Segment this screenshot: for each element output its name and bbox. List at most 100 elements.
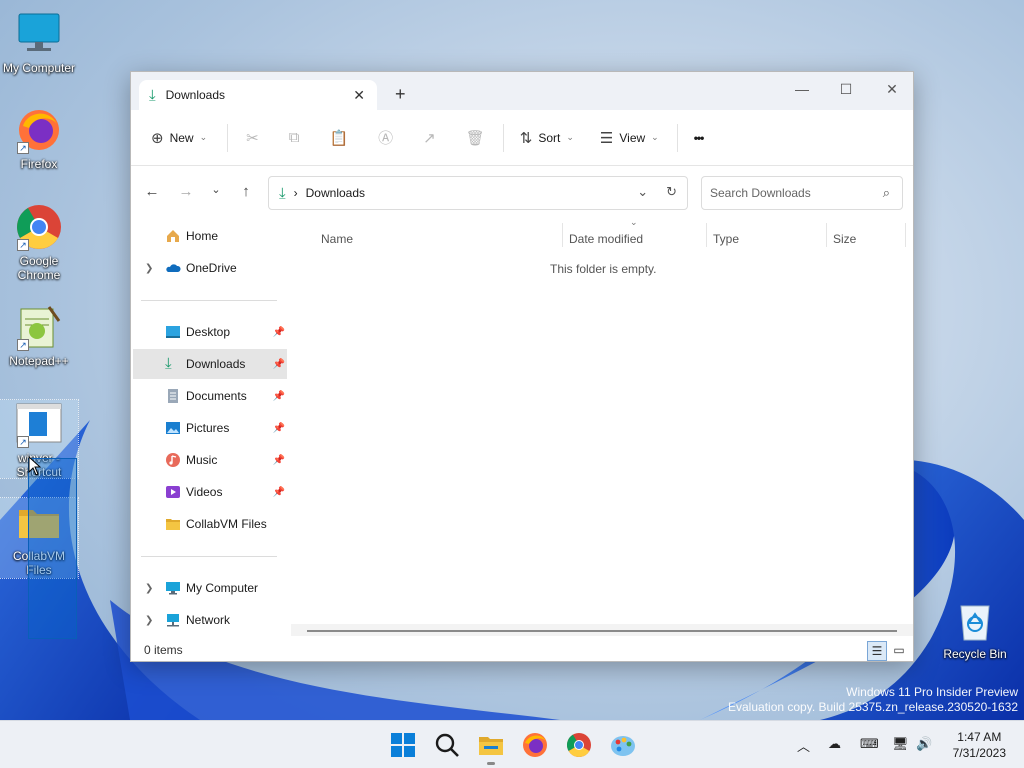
column-divider[interactable] — [562, 223, 563, 247]
breadcrumb-separator: › — [293, 186, 298, 200]
nav-item-collabvm-files[interactable]: CollabVM Files — [133, 509, 287, 539]
delete-icon[interactable]: 🗑 — [466, 129, 485, 147]
nav-label: OneDrive — [186, 261, 237, 275]
minimize-button[interactable]: — — [779, 76, 825, 104]
recycle-bin-icon — [951, 596, 999, 644]
title-bar: ⤓ Downloads ✕ + — ☐ ✕ — [131, 72, 913, 110]
divider — [141, 300, 277, 301]
document-icon — [165, 388, 181, 404]
tab-downloads[interactable]: ⤓ Downloads ✕ — [139, 80, 377, 110]
file-explorer-window: ⤓ Downloads ✕ + — ☐ ✕ ⊕ New ⌄ ✂ ⧉ 📋 Ⓐ ↗ … — [130, 71, 914, 662]
keyboard-icon[interactable]: ⌨ — [860, 736, 879, 752]
search-box[interactable]: Search Downloads ⌕ — [701, 176, 903, 210]
column-header-name[interactable]: Name — [321, 227, 353, 251]
desktop-folder-icon — [165, 324, 181, 340]
desktop-icon-firefox[interactable]: ↗ Firefox — [0, 106, 78, 171]
folder-icon — [165, 516, 181, 532]
desktop-icon-label: Google Chrome — [17, 254, 61, 282]
column-divider[interactable] — [706, 223, 707, 247]
firefox-icon[interactable] — [521, 731, 549, 759]
search-input[interactable]: Search Downloads — [710, 186, 811, 200]
chrome-icon[interactable] — [565, 731, 593, 759]
breadcrumb-downloads[interactable]: Downloads — [306, 186, 365, 200]
desktop-icon-google-chrome[interactable]: ↗ Google Chrome — [0, 203, 78, 282]
new-button[interactable]: ⊕ New ⌄ — [151, 129, 207, 147]
nav-label: Music — [186, 453, 218, 467]
download-arrow-icon: ⤓ — [165, 355, 172, 372]
desktop-icon-label: Notepad++ — [9, 354, 69, 368]
show-hidden-icons-chevron-icon[interactable]: ︿ — [797, 736, 810, 755]
paste-icon[interactable]: 📋 — [329, 129, 348, 147]
divider — [227, 123, 229, 152]
column-header-size[interactable]: Size — [833, 227, 856, 251]
taskbar: ︿ ☁ ⌨ 🖥 🔊 1:47 AM 7/31/2023 — [0, 720, 1024, 768]
nav-item-videos[interactable]: Videos 📌 — [133, 477, 287, 507]
more-options-button[interactable]: ••• — [694, 131, 705, 145]
video-icon — [165, 484, 181, 500]
desktop-icon-notepad-plus-plus[interactable]: ↗ Notepad++ — [0, 303, 78, 368]
search-icon[interactable] — [433, 731, 461, 759]
view-button[interactable]: ☰ View ⌄ — [600, 129, 659, 147]
scrollbar-thumb[interactable] — [307, 630, 897, 632]
new-tab-button[interactable]: + — [395, 84, 406, 105]
paint-palette-icon[interactable] — [609, 731, 637, 759]
network-status-icon[interactable]: 🖥 — [892, 736, 909, 752]
nav-item-onedrive[interactable]: ❯ OneDrive — [133, 253, 287, 283]
file-explorer-icon[interactable] — [477, 731, 505, 765]
back-arrow-icon[interactable]: ← — [143, 183, 161, 200]
nav-item-my-computer[interactable]: ❯ My Computer — [133, 573, 287, 603]
mouse-cursor-icon — [28, 456, 42, 476]
pin-icon: 📌 — [272, 390, 285, 402]
column-divider[interactable] — [826, 223, 827, 247]
desktop-icon-my-computer[interactable]: My Computer — [0, 10, 78, 75]
monitor-icon — [15, 10, 63, 58]
onedrive-offline-icon[interactable]: ☁ — [828, 736, 841, 752]
nav-item-desktop[interactable]: Desktop 📌 — [133, 317, 287, 347]
cut-icon[interactable]: ✂ — [246, 129, 259, 147]
nav-item-documents[interactable]: Documents 📌 — [133, 381, 287, 411]
pin-icon: 📌 — [272, 422, 285, 434]
command-bar: ⊕ New ⌄ ✂ ⧉ 📋 Ⓐ ↗ 🗑 ⇅ Sort ⌄ ☰ View ⌄ ••… — [131, 110, 913, 166]
clock-time: 1:47 AM — [957, 730, 1002, 744]
desktop-icon-label: My Computer — [2, 61, 76, 75]
tab-title: Downloads — [165, 88, 226, 102]
maximize-button[interactable]: ☐ — [823, 76, 869, 104]
refresh-icon[interactable]: ↻ — [666, 184, 677, 200]
nav-item-network[interactable]: ❯ Network — [133, 605, 287, 635]
address-bar[interactable]: ⤓ › Downloads ⌄ ↻ — [268, 176, 688, 210]
expand-chevron-icon[interactable]: ❯ — [145, 263, 153, 274]
download-arrow-icon: ⤓ — [279, 184, 286, 202]
expand-chevron-icon[interactable]: ❯ — [145, 583, 153, 594]
evaluation-watermark: Windows 11 Pro Insider Preview Evaluatio… — [728, 685, 1018, 715]
sort-button[interactable]: ⇅ Sort ⌄ — [520, 129, 574, 147]
address-history-chevron-icon[interactable]: ⌄ — [637, 184, 648, 200]
recent-chevron-icon[interactable]: ⌄ — [207, 183, 225, 196]
copy-icon[interactable]: ⧉ — [289, 129, 300, 146]
share-icon[interactable]: ↗ — [423, 129, 436, 147]
nav-item-home[interactable]: Home — [133, 221, 287, 251]
details-view-icon[interactable]: ☰ — [867, 641, 887, 661]
desktop-icon-recycle-bin[interactable]: Recycle Bin — [936, 596, 1014, 661]
rename-icon[interactable]: Ⓐ — [378, 127, 393, 148]
tiles-view-icon[interactable]: ▭ — [889, 641, 909, 661]
forward-arrow-icon[interactable]: → — [177, 183, 195, 200]
system-clock[interactable]: 1:47 AM 7/31/2023 — [953, 729, 1006, 761]
volume-icon[interactable]: 🔊 — [916, 736, 932, 752]
start-windows-icon[interactable] — [389, 731, 417, 759]
column-header-type[interactable]: Type — [713, 227, 739, 251]
pin-icon: 📌 — [272, 358, 285, 370]
nav-label: Videos — [186, 485, 223, 499]
navigation-pane: Home ❯ OneDrive Desktop 📌 ⤓ Downloads 📌 … — [131, 221, 289, 641]
running-indicator — [487, 762, 495, 765]
close-tab-button[interactable]: ✕ — [353, 87, 365, 104]
column-header-date-modified[interactable]: Date modified — [569, 227, 643, 251]
shortcut-arrow-icon: ↗ — [17, 142, 29, 154]
up-arrow-icon[interactable]: ↑ — [237, 183, 255, 200]
nav-item-music[interactable]: Music 📌 — [133, 445, 287, 475]
expand-chevron-icon[interactable]: ❯ — [145, 615, 153, 626]
close-window-button[interactable]: ✕ — [869, 76, 915, 104]
cloud-icon — [165, 260, 181, 276]
column-divider[interactable] — [905, 223, 906, 247]
nav-item-downloads[interactable]: ⤓ Downloads 📌 — [133, 349, 287, 379]
nav-item-pictures[interactable]: Pictures 📌 — [133, 413, 287, 443]
